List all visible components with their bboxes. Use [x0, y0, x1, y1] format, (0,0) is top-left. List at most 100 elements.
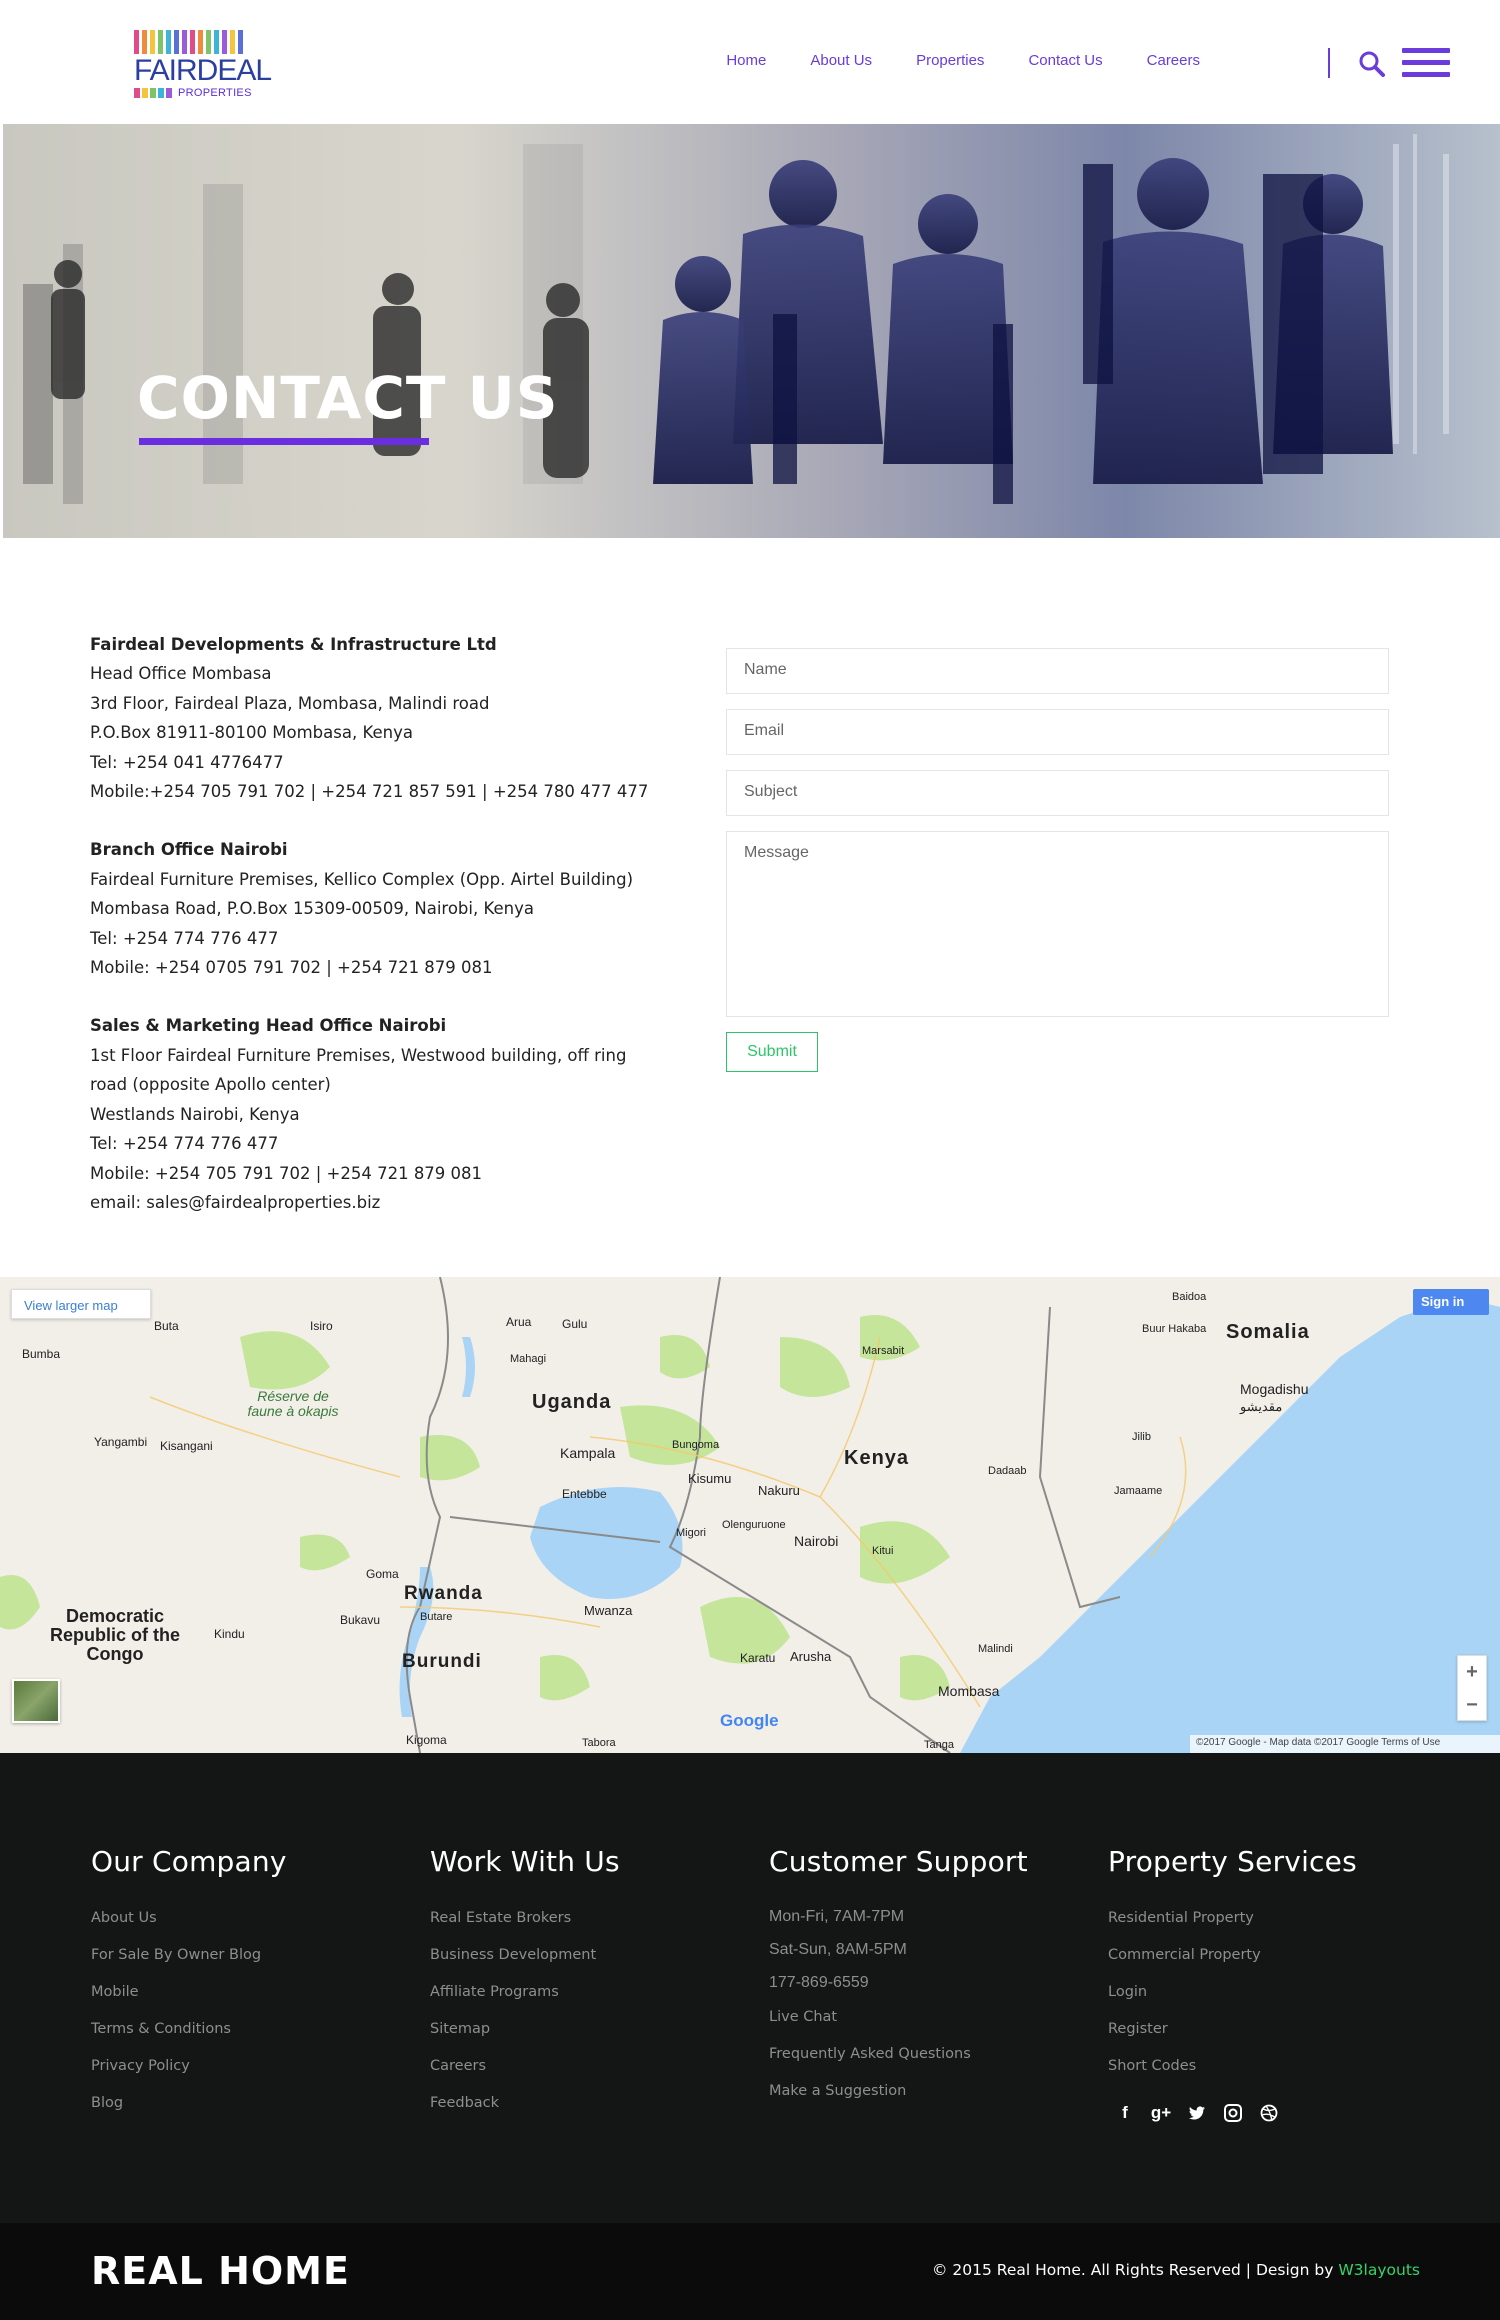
map-label-rwanda: Rwanda [404, 1583, 483, 1604]
map-label-olenguruone: Olenguruone [722, 1519, 786, 1531]
google-plus-icon[interactable]: g+ [1151, 2103, 1171, 2123]
map-label-karatu: Karatu [740, 1651, 776, 1665]
head-office-line: Head Office Mombasa [90, 664, 272, 684]
footer-link[interactable]: Frequently Asked Questions [769, 2036, 1028, 2073]
map-label-mwanza: Mwanza [584, 1603, 633, 1618]
map-label-yangambi: Yangambi [94, 1435, 148, 1449]
sales-email[interactable]: email: sales@fairdealproperties.biz [90, 1188, 670, 1217]
footer-link[interactable]: Business Development [430, 1937, 620, 1974]
footer-link[interactable]: Mobile [91, 1974, 287, 2011]
copyright-text: © 2015 Real Home. All Rights Reserved | … [932, 2261, 1339, 2279]
search-icon[interactable] [1358, 50, 1386, 78]
footer-link[interactable]: Login [1108, 1974, 1357, 2011]
map-label-nairobi: Nairobi [794, 1533, 839, 1549]
email-field[interactable]: Email [726, 709, 1389, 755]
footer-link[interactable]: Terms & Conditions [91, 2011, 287, 2048]
branch-office-line: Fairdeal Furniture Premises, Kellico Com… [90, 869, 634, 889]
map-label-baidoa: Baidoa [1172, 1291, 1207, 1303]
name-field[interactable]: Name [726, 648, 1389, 694]
twitter-icon[interactable] [1187, 2103, 1207, 2123]
sales-office-line: Westlands Nairobi, Kenya [90, 1104, 300, 1124]
footer-heading: Customer Support [769, 1845, 1028, 1878]
google-map[interactable]: Uganda Kenya Somalia Rwanda Burundi Demo… [0, 1277, 1500, 1753]
logo-word: FAIRDEAL [134, 54, 272, 87]
instagram-icon[interactable] [1223, 2103, 1243, 2123]
map-label-buta: Buta [154, 1319, 179, 1333]
nav-properties[interactable]: Properties [916, 52, 984, 69]
map-label-burundi: Burundi [402, 1651, 482, 1672]
branch-office-line: Tel: +254 774 776 477 [90, 928, 279, 948]
google-logo-text: Google [720, 1711, 779, 1730]
footer-brand[interactable]: REAL HOME [91, 2249, 350, 2293]
zoom-out-button[interactable]: − [1458, 1689, 1486, 1722]
subject-field[interactable]: Subject [726, 770, 1389, 816]
footer-link[interactable]: Commercial Property [1108, 1937, 1357, 1974]
footer-link[interactable]: Sitemap [430, 2011, 620, 2048]
head-office-name: Fairdeal Developments & Infrastructure L… [90, 635, 497, 654]
map-label-uganda: Uganda [532, 1391, 612, 1413]
footer-link[interactable]: Real Estate Brokers [430, 1900, 620, 1937]
support-phone[interactable]: 177-869-6559 [769, 1966, 1028, 1999]
footer-link[interactable]: About Us [91, 1900, 287, 1937]
sales-office-line: Mobile: +254 705 791 702 | +254 721 879 … [90, 1163, 483, 1183]
map-label-somalia: Somalia [1226, 1321, 1310, 1343]
map-label-bumba: Bumba [22, 1347, 61, 1361]
footer-link[interactable]: Residential Property [1108, 1900, 1357, 1937]
zoom-in-button[interactable]: + [1458, 1656, 1486, 1689]
satellite-view-toggle[interactable] [12, 1679, 60, 1723]
footer-link[interactable]: Careers [430, 2048, 620, 2085]
nav-careers[interactable]: Careers [1147, 52, 1200, 69]
view-larger-map-link[interactable]: View larger map [11, 1289, 151, 1319]
hamburger-menu-icon[interactable] [1402, 48, 1450, 78]
head-office-block: Fairdeal Developments & Infrastructure L… [90, 630, 670, 806]
footer-link[interactable]: For Sale By Owner Blog [91, 1937, 287, 1974]
contact-info: Fairdeal Developments & Infrastructure L… [90, 630, 670, 1246]
logo-sub: PROPERTIES [134, 87, 256, 99]
map-label-bukavu: Bukavu [340, 1613, 381, 1627]
footer-link[interactable]: Make a Suggestion [769, 2073, 1028, 2110]
head-office-line: Tel: +254 041 4776477 [90, 752, 284, 772]
map-label-kisangani: Kisangani [160, 1439, 213, 1453]
sales-office-block: Sales & Marketing Head Office Nairobi 1s… [90, 1011, 670, 1217]
footer-link[interactable]: Live Chat [769, 1999, 1028, 2036]
nav-contact-us[interactable]: Contact Us [1028, 52, 1102, 69]
head-office-line: Mobile:+254 705 791 702 | +254 721 857 5… [90, 782, 649, 802]
footer-link[interactable]: Feedback [430, 2085, 620, 2122]
submit-button[interactable]: Submit [726, 1032, 818, 1072]
page-title: CONTACT US [137, 364, 559, 432]
dribbble-icon[interactable] [1259, 2103, 1279, 2123]
sales-office-line: Tel: +254 774 776 477 [90, 1134, 279, 1154]
map-label-goma: Goma [366, 1567, 399, 1581]
map-sign-in-button[interactable]: Sign in [1413, 1289, 1489, 1315]
hero-silhouettes-image [23, 134, 1449, 504]
footer-link[interactable]: Affiliate Programs [430, 1974, 620, 2011]
map-graphic [0, 1277, 1500, 1753]
support-hours: Mon-Fri, 7AM-7PM [769, 1908, 905, 1925]
map-label-butare: Butare [420, 1611, 453, 1623]
fairdeal-logo[interactable]: FAIRDEAL PROPERTIES [134, 30, 272, 102]
map-label-mombasa: Mombasa [938, 1683, 1000, 1699]
map-label-drc: Democratic Republic of the Congo [50, 1606, 180, 1664]
footer-link[interactable]: Blog [91, 2085, 287, 2122]
message-field[interactable]: Message [726, 831, 1389, 1017]
footer-col-support: Customer Support Mon-Fri, 7AM-7PM Sat-Su… [769, 1845, 1028, 2110]
nav-home[interactable]: Home [726, 52, 766, 69]
facebook-icon[interactable]: f [1115, 2103, 1135, 2123]
support-hours: Sat-Sun, 8AM-5PM [769, 1941, 907, 1958]
head-office-line: 3rd Floor, Fairdeal Plaza, Mombasa, Mali… [90, 693, 490, 713]
sales-office-line: road (opposite Apollo center) [90, 1075, 331, 1095]
map-label-jilib: Jilib [1132, 1431, 1151, 1443]
map-label-mogadishu-ar: مقديشو [1240, 1399, 1283, 1414]
map-label-marsabit: Marsabit [862, 1345, 905, 1357]
designer-link[interactable]: W3layouts [1338, 2261, 1420, 2279]
sales-office-line: 1st Floor Fairdeal Furniture Premises, W… [90, 1045, 627, 1065]
sales-office-name: Sales & Marketing Head Office Nairobi [90, 1016, 447, 1036]
nav-about-us[interactable]: About Us [810, 52, 872, 69]
map-label-tabora: Tabora [582, 1737, 616, 1749]
branch-office-line: Mombasa Road, P.O.Box 15309-00509, Nairo… [90, 899, 534, 919]
footer-col-services: Property Services Residential Property C… [1108, 1845, 1357, 2123]
footer-link[interactable]: Register [1108, 2011, 1357, 2048]
footer-heading: Work With Us [430, 1845, 620, 1878]
footer-link[interactable]: Privacy Policy [91, 2048, 287, 2085]
footer-link[interactable]: Short Codes [1108, 2048, 1357, 2085]
